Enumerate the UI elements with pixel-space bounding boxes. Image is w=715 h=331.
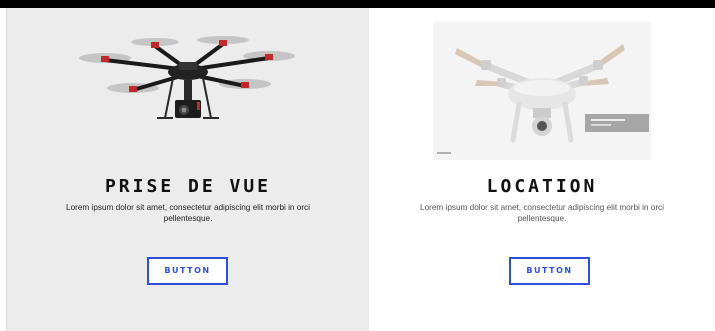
card-location: LOCATION Lorem ipsum dolor sit amet, con…: [369, 8, 715, 331]
card-description: Lorem ipsum dolor sit amet, consectetur …: [66, 203, 310, 223]
prise-de-vue-button[interactable]: BUTTON: [147, 257, 228, 285]
top-bar: [0, 0, 715, 8]
card-title: PRISE DE VUE: [104, 176, 272, 197]
left-edge-strip: [0, 8, 7, 331]
quadcopter-drone-image: [369, 22, 715, 172]
card-prise-de-vue: PRISE DE VUE Lorem ipsum dolor sit amet,…: [7, 8, 369, 331]
card-title: LOCATION: [486, 176, 598, 197]
card-description: Lorem ipsum dolor sit amet, consectetur …: [420, 203, 664, 223]
hexacopter-drone-image: [7, 22, 369, 172]
location-button[interactable]: BUTTON: [509, 257, 590, 285]
